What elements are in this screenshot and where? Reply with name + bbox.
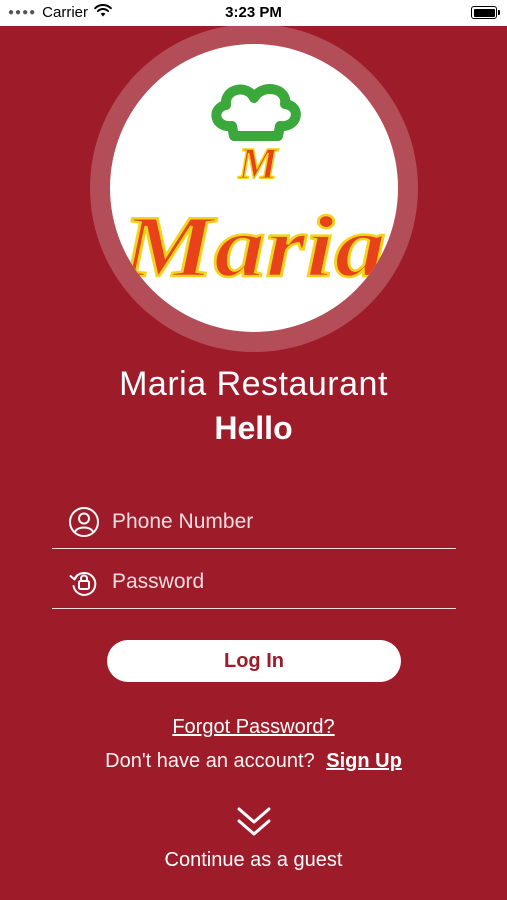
no-account-text: Don't have an account? (105, 750, 315, 772)
double-chevron-down-icon[interactable] (236, 805, 272, 839)
password-field[interactable] (52, 558, 456, 609)
forgot-password-link[interactable]: Forgot Password? (172, 716, 334, 738)
login-button[interactable]: Log In (107, 640, 401, 682)
phone-input[interactable] (110, 504, 444, 540)
logo-artwork: M Maria (118, 84, 387, 297)
forgot-password-row: Forgot Password? (0, 716, 507, 739)
chef-hat-icon (211, 84, 301, 141)
phone-field[interactable] (52, 498, 456, 549)
logo-monogram: M (237, 139, 279, 188)
reset-lock-icon (69, 572, 97, 596)
restaurant-logo: M Maria (110, 44, 398, 332)
greeting-title: Hello (214, 410, 293, 446)
continue-as-guest-link[interactable]: Continue as a guest (0, 849, 507, 872)
sign-up-link[interactable]: Sign Up (326, 750, 402, 772)
logo-wordmark: Maria (120, 199, 386, 296)
signup-row: Don't have an account? Sign Up (0, 750, 507, 773)
restaurant-name: Maria Restaurant (119, 365, 388, 403)
password-input[interactable] (110, 564, 444, 600)
status-bar: ●●●● Carrier 3:23 PM (0, 0, 507, 26)
user-icon (69, 507, 99, 537)
battery-icon (471, 6, 500, 19)
status-time: 3:23 PM (225, 4, 282, 21)
